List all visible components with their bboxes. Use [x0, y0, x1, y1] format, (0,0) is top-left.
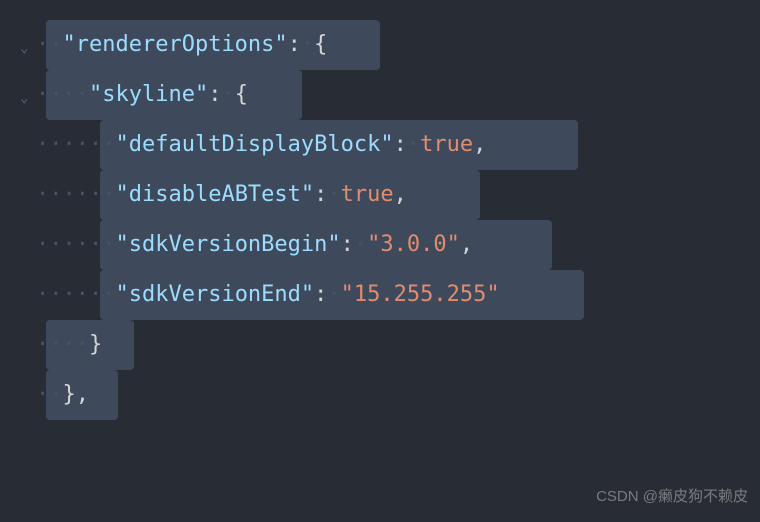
json-key: "defaultDisplayBlock" — [115, 132, 393, 157]
brace-close: } — [89, 332, 102, 357]
whitespace: ······ — [36, 132, 115, 157]
colon: : — [208, 82, 221, 107]
colon: : — [314, 182, 327, 207]
colon: : — [314, 282, 327, 307]
brace-open: { — [235, 82, 248, 107]
brace-open: { — [314, 32, 327, 57]
comma: , — [473, 132, 486, 157]
whitespace: · — [327, 282, 340, 307]
code-line[interactable]: ··"rendererOptions":·{ — [36, 20, 760, 70]
json-string: "15.255.255" — [341, 282, 500, 307]
code-editor[interactable]: ··"rendererOptions":·{ ····"skyline":·{ … — [36, 20, 760, 420]
whitespace: ······ — [36, 232, 115, 257]
fold-chevron-icon[interactable]: ⌄ — [20, 32, 28, 64]
colon: : — [394, 132, 407, 157]
whitespace: · — [301, 32, 314, 57]
watermark-text: CSDN @癞皮狗不赖皮 — [596, 480, 748, 515]
json-boolean: true — [341, 182, 394, 207]
json-key: "rendererOptions" — [63, 32, 288, 57]
whitespace: ···· — [36, 82, 89, 107]
json-boolean: true — [420, 132, 473, 157]
code-line[interactable]: ····"skyline":·{ — [36, 70, 760, 120]
json-key: "sdkVersionEnd" — [115, 282, 314, 307]
brace-close: } — [63, 382, 76, 407]
whitespace: · — [354, 232, 367, 257]
whitespace: · — [221, 82, 234, 107]
colon: : — [288, 32, 301, 57]
fold-chevron-icon[interactable]: ⌄ — [20, 82, 28, 114]
code-line[interactable]: ····} — [36, 320, 760, 370]
whitespace: · — [407, 132, 420, 157]
code-line[interactable]: ······"sdkVersionEnd":·"15.255.255" — [36, 270, 760, 320]
whitespace: ···· — [36, 332, 89, 357]
comma: , — [460, 232, 473, 257]
json-key: "disableABTest" — [115, 182, 314, 207]
json-string: "3.0.0" — [367, 232, 460, 257]
json-key: "skyline" — [89, 82, 208, 107]
code-line[interactable]: ······"disableABTest":·true, — [36, 170, 760, 220]
code-line[interactable]: ······"sdkVersionBegin":·"3.0.0", — [36, 220, 760, 270]
whitespace: ······ — [36, 282, 115, 307]
colon: : — [341, 232, 354, 257]
json-key: "sdkVersionBegin" — [115, 232, 340, 257]
whitespace: ·· — [36, 382, 63, 407]
whitespace: ·· — [36, 32, 63, 57]
code-line[interactable]: ··}, — [36, 370, 760, 420]
comma: , — [76, 382, 89, 407]
whitespace: ······ — [36, 182, 115, 207]
comma: , — [394, 182, 407, 207]
whitespace: · — [327, 182, 340, 207]
code-line[interactable]: ······"defaultDisplayBlock":·true, — [36, 120, 760, 170]
